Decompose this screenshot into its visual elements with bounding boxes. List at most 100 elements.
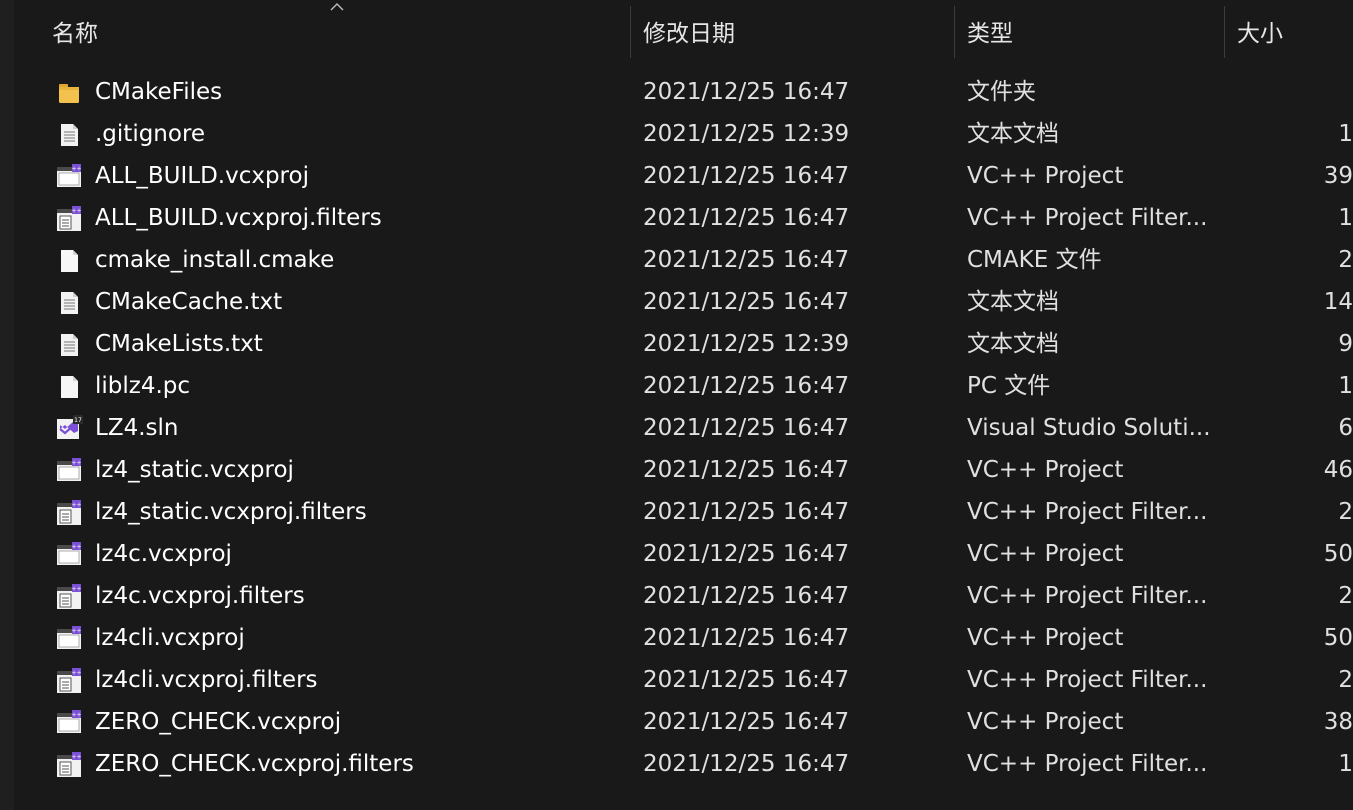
column-header-name[interactable]: 名称 (52, 8, 98, 60)
file-row[interactable]: ++ lz4c.vcxproj.filters 2021/12/25 16:47 VC… (14, 575, 1353, 617)
text-file-icon (55, 121, 83, 149)
filters-icon: ++ (55, 499, 83, 527)
column-divider[interactable] (954, 6, 955, 58)
text-file-icon (55, 331, 83, 359)
svg-text:++: ++ (71, 166, 81, 173)
file-type: VC++ Project Filter... (967, 751, 1208, 777)
file-name: lz4c.vcxproj (95, 541, 232, 567)
blank-file-icon (55, 247, 83, 275)
file-modified-date: 2021/12/25 16:47 (643, 667, 850, 693)
file-size: 2 (1338, 247, 1353, 273)
file-type: CMAKE 文件 (967, 247, 1102, 273)
file-type: 文本文档 (967, 331, 1059, 357)
text-file-icon (55, 289, 83, 317)
filters-icon: ++ (55, 667, 83, 695)
file-size: 46 (1323, 457, 1353, 483)
file-row[interactable]: ++ lz4c.vcxproj 2021/12/25 16:47 VC++ Proje… (14, 533, 1353, 575)
file-row[interactable]: ++ lz4cli.vcxproj.filters 2021/12/25 16:47… (14, 659, 1353, 701)
navigation-pane-edge (0, 0, 14, 810)
file-modified-date: 2021/12/25 16:47 (643, 499, 850, 525)
vcxproj-icon: ++ (55, 709, 83, 737)
file-row[interactable]: CMakeCache.txt 2021/12/25 16:47 文本文档 14 (14, 281, 1353, 323)
vcxproj-icon: ++ (55, 625, 83, 653)
svg-text:++: ++ (71, 502, 81, 509)
file-row[interactable]: ++ ALL_BUILD.vcxproj.filters 2021/12/25 16… (14, 197, 1353, 239)
file-modified-date: 2021/12/25 16:47 (643, 247, 850, 273)
file-type: 文件夹 (967, 79, 1036, 105)
svg-text:++: ++ (71, 544, 81, 551)
file-row[interactable]: ++ lz4_static.vcxproj.filters 2021/12/25 1… (14, 491, 1353, 533)
filters-icon: ++ (55, 205, 83, 233)
file-size: 50 (1323, 625, 1353, 651)
file-row[interactable]: .gitignore 2021/12/25 12:39 文本文档 1 (14, 113, 1353, 155)
file-name: cmake_install.cmake (95, 247, 335, 273)
file-size: 6 (1338, 415, 1353, 441)
svg-text:++: ++ (71, 754, 81, 761)
file-row[interactable]: CMakeFiles 2021/12/25 16:47 文件夹 (14, 71, 1353, 113)
file-modified-date: 2021/12/25 16:47 (643, 79, 850, 105)
file-row[interactable]: ++ lz4cli.vcxproj 2021/12/25 16:47 VC++ Pro… (14, 617, 1353, 659)
svg-text:17: 17 (74, 417, 82, 424)
file-size: 1 (1338, 205, 1353, 231)
file-modified-date: 2021/12/25 16:47 (643, 751, 850, 777)
filters-icon: ++ (55, 751, 83, 779)
file-modified-date: 2021/12/25 16:47 (643, 583, 850, 609)
file-name: liblz4.pc (95, 373, 191, 399)
file-size: 50 (1323, 541, 1353, 567)
file-type: VC++ Project Filter... (967, 583, 1208, 609)
file-name: LZ4.sln (95, 415, 179, 441)
file-modified-date: 2021/12/25 16:47 (643, 289, 850, 315)
svg-text:++: ++ (71, 628, 81, 635)
file-row[interactable]: liblz4.pc 2021/12/25 16:47 PC 文件 1 (14, 365, 1353, 407)
file-type: VC++ Project Filter... (967, 205, 1208, 231)
file-name: ALL_BUILD.vcxproj (95, 163, 309, 189)
svg-text:++: ++ (71, 586, 81, 593)
file-modified-date: 2021/12/25 12:39 (643, 121, 850, 147)
file-modified-date: 2021/12/25 16:47 (643, 625, 850, 651)
file-name: CMakeCache.txt (95, 289, 283, 315)
column-header-type[interactable]: 类型 (967, 8, 1013, 60)
svg-text:++: ++ (71, 670, 81, 677)
file-modified-date: 2021/12/25 16:47 (643, 457, 850, 483)
file-name: ZERO_CHECK.vcxproj (95, 709, 342, 735)
vcxproj-icon: ++ (55, 541, 83, 569)
column-divider[interactable] (630, 6, 631, 58)
file-size (1239, 71, 1353, 113)
svg-text:++: ++ (71, 712, 81, 719)
vcxproj-icon: ++ (55, 163, 83, 191)
file-row[interactable]: ++ ZERO_CHECK.vcxproj 2021/12/25 16:47 VC++… (14, 701, 1353, 743)
file-name: CMakeLists.txt (95, 331, 263, 357)
column-header-size[interactable]: 大小 (1237, 8, 1283, 60)
file-name: lz4cli.vcxproj.filters (95, 667, 318, 693)
file-row[interactable]: CMakeLists.txt 2021/12/25 12:39 文本文档 9 (14, 323, 1353, 365)
file-name: CMakeFiles (95, 79, 223, 105)
sort-ascending-icon (330, 3, 344, 11)
vcxproj-icon: ++ (55, 457, 83, 485)
column-header-date[interactable]: 修改日期 (643, 8, 735, 60)
svg-text:++: ++ (71, 208, 81, 215)
file-name: lz4c.vcxproj.filters (95, 583, 305, 609)
file-name: ZERO_CHECK.vcxproj.filters (95, 751, 414, 777)
file-size: 38 (1323, 709, 1353, 735)
file-size: 2 (1338, 667, 1353, 693)
file-name: .gitignore (95, 121, 206, 147)
folder-icon (55, 79, 83, 107)
file-modified-date: 2021/12/25 16:47 (643, 163, 850, 189)
file-type: 文本文档 (967, 289, 1059, 315)
file-name: lz4_static.vcxproj.filters (95, 499, 367, 525)
file-size: 39 (1323, 163, 1353, 189)
file-list-pane[interactable]: 名称 修改日期 类型 大小 CMakeFiles 2021/12/25 16:47… (14, 0, 1353, 810)
filters-icon: ++ (55, 583, 83, 611)
file-row[interactable]: 17 LZ4.sln 2021/12/25 16:47 Visual Studio S… (14, 407, 1353, 449)
column-divider[interactable] (1224, 6, 1225, 58)
file-name: ALL_BUILD.vcxproj.filters (95, 205, 382, 231)
file-modified-date: 2021/12/25 16:47 (643, 709, 850, 735)
file-row[interactable]: cmake_install.cmake 2021/12/25 16:47 CMAKE… (14, 239, 1353, 281)
file-row[interactable]: ++ lz4_static.vcxproj 2021/12/25 16:47 VC++… (14, 449, 1353, 491)
file-row[interactable]: ++ ALL_BUILD.vcxproj 2021/12/25 16:47 VC++ … (14, 155, 1353, 197)
file-type: VC++ Project (967, 457, 1124, 483)
svg-text:++: ++ (71, 460, 81, 467)
file-name: lz4cli.vcxproj (95, 625, 245, 651)
file-size: 9 (1338, 331, 1353, 357)
file-row[interactable]: ++ ZERO_CHECK.vcxproj.filters 2021/12/25 1… (14, 743, 1353, 785)
